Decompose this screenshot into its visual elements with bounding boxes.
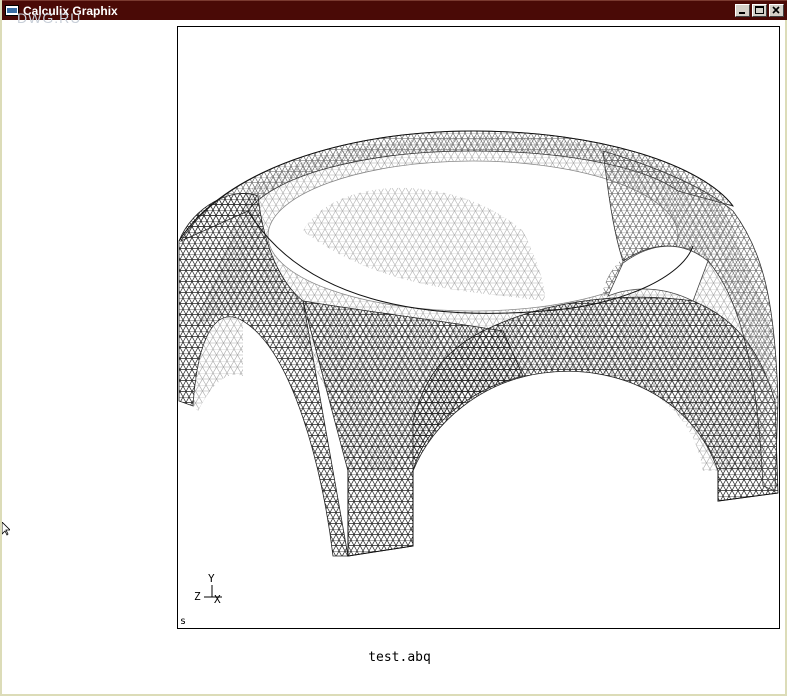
graphics-viewport[interactable]: Y Z X s — [177, 26, 780, 629]
mouse-cursor-icon — [2, 522, 10, 536]
watermark: DWG.RU — [17, 10, 82, 26]
app-window: Calculix Graphix DWG.RU Y Z X s test.abq — [0, 0, 787, 696]
minimize-button[interactable] — [735, 4, 750, 17]
axis-y-label: Y — [208, 572, 215, 585]
close-button[interactable] — [769, 4, 784, 17]
axis-x-label: X — [214, 593, 221, 606]
maximize-icon — [755, 6, 764, 14]
file-name-label: test.abq — [368, 650, 431, 665]
title-bar[interactable]: Calculix Graphix — [2, 0, 787, 20]
minimize-icon — [739, 12, 745, 14]
axis-z-label: Z — [194, 590, 201, 603]
close-icon — [772, 6, 780, 14]
viewport-status: s — [180, 616, 187, 627]
maximize-button[interactable] — [752, 4, 767, 17]
fem-mesh-view[interactable] — [178, 27, 779, 628]
